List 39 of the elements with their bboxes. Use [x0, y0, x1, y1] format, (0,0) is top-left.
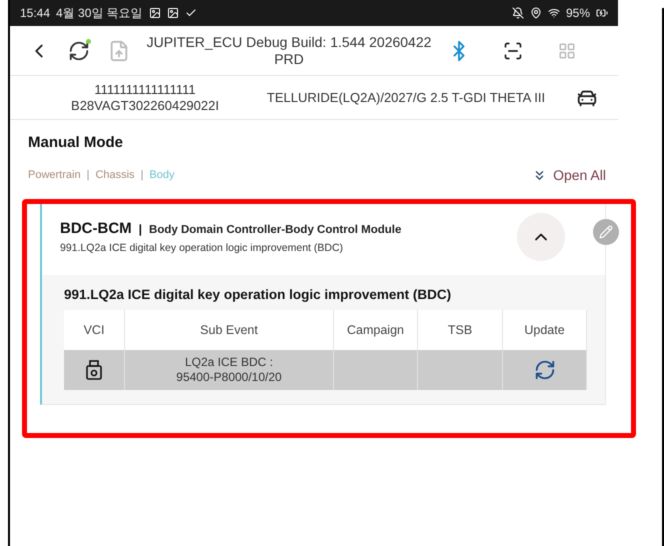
category-tab[interactable]: Body — [149, 169, 174, 181]
status-dot — [86, 38, 91, 44]
table-cell: LQ2a ICE BDC : 95400-P8000/10/20 — [125, 350, 334, 390]
module-description: 991.LQ2a ICE digital key operation logic improvement (BDC) — [60, 242, 344, 254]
status-time: 15:44 — [20, 6, 50, 20]
battery-percent: 95% — [566, 6, 590, 20]
image-icon — [166, 7, 179, 19]
file-upload-icon — [108, 40, 130, 62]
section-title: Manual Mode — [28, 134, 124, 151]
category-separator: | — [140, 169, 144, 181]
category-tab[interactable]: Chassis — [95, 169, 135, 181]
column-header: Update — [503, 310, 587, 350]
grid-icon — [558, 42, 576, 60]
sync-icon — [68, 40, 90, 62]
vehicle-number: 1111111111111111 — [93, 82, 197, 98]
battery-icon — [596, 7, 608, 19]
vin-text: B28VAGT302260429022I — [70, 98, 220, 114]
pencil-icon — [599, 225, 613, 239]
scan-icon — [503, 40, 523, 60]
location-icon — [530, 7, 542, 19]
category-tab[interactable]: Powertrain — [28, 169, 81, 181]
column-header: Sub Event — [125, 310, 334, 350]
image-icon — [148, 7, 161, 19]
module-name: Body Domain Controller-Body Control Module — [149, 224, 402, 236]
event-title: 991.LQ2a ICE digital key operation logic improvement (BDC) — [64, 287, 452, 302]
sync-icon — [534, 359, 556, 381]
open-all-button[interactable]: Open All — [532, 167, 606, 183]
category-separator: | — [86, 169, 90, 181]
usb-device-icon — [86, 360, 102, 380]
title-separator: | — [138, 222, 142, 236]
status-date: 4월 30일 목요일 — [56, 4, 143, 22]
check-icon — [184, 7, 197, 19]
vehicle-model: TELLURIDE(LQ2A)/2027/G 2.5 T-GDI THETA III — [266, 90, 546, 105]
column-header: Campaign — [334, 310, 418, 350]
column-header: TSB — [418, 310, 503, 350]
column-header: VCI — [64, 310, 125, 350]
mute-icon — [512, 7, 524, 19]
window-title: JUPITER_ECU Debug Build: 1.544 20260422 PRD — [146, 34, 432, 68]
module-code: BDC-BCM — [60, 220, 132, 237]
